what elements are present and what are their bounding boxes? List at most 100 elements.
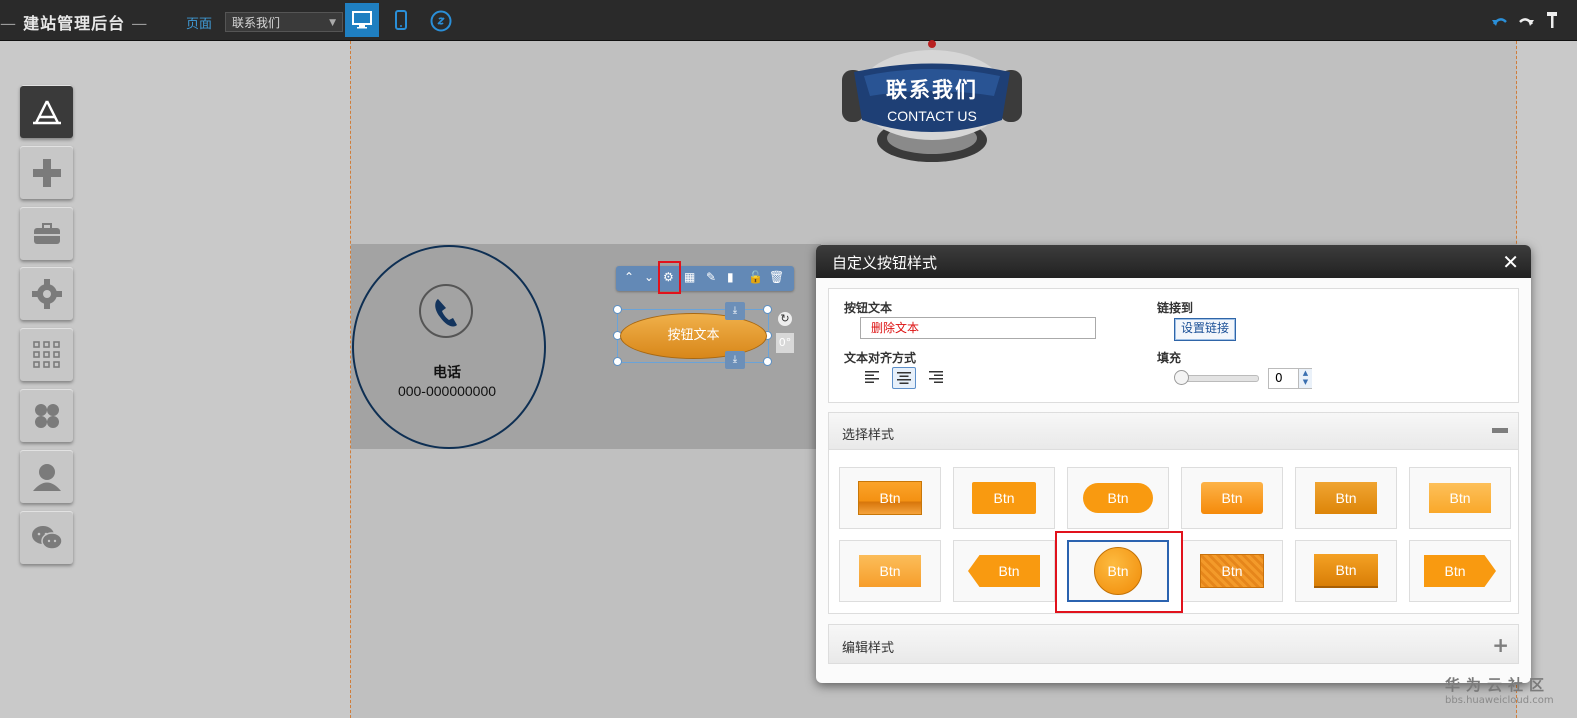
dialog-header: 自定义按钮样式 ✕ — [816, 245, 1531, 278]
dialog-title: 自定义按钮样式 — [832, 254, 938, 272]
phone-icon — [419, 284, 473, 338]
redo-icon[interactable] — [1518, 13, 1534, 32]
spinner-arrows-icon[interactable]: ▲ ▼ — [1298, 369, 1312, 388]
resize-handle[interactable] — [613, 357, 622, 366]
sidebar-grid-button[interactable] — [20, 328, 73, 381]
add-icon — [32, 158, 61, 187]
app-title: — 建站管理后台 — — [0, 14, 149, 33]
rotate-icon[interactable]: ↻ — [778, 312, 792, 326]
style-preview-button: Btn — [1083, 483, 1153, 513]
padding-slider[interactable] — [1177, 375, 1259, 382]
sidebar-add-button[interactable] — [20, 146, 73, 199]
style-option[interactable]: Btn — [1409, 467, 1511, 529]
move-down-icon[interactable]: ⌄ — [644, 270, 654, 284]
desktop-view-button[interactable] — [345, 3, 379, 37]
sidebar-wechat-button[interactable] — [20, 511, 73, 564]
contact-us-logo[interactable]: 联系我们 CONTACT US — [842, 40, 1022, 165]
toolbox-icon — [33, 222, 60, 244]
style-preview-button: Btn — [968, 555, 1040, 587]
expand-icon[interactable]: + — [1492, 633, 1509, 657]
link-button[interactable] — [429, 9, 453, 33]
edit-style-title: 编辑样式 — [842, 641, 895, 656]
resize-handle[interactable] — [763, 305, 772, 314]
anchor-bottom-icon[interactable]: ⤓ — [725, 351, 745, 369]
anchor-top-icon[interactable]: ⤓ — [725, 302, 745, 320]
close-icon[interactable]: ✕ — [1502, 250, 1519, 274]
style-preview-button: Btn — [1201, 482, 1263, 514]
style-option[interactable]: Btn — [839, 467, 941, 529]
style-preview-button: Btn — [1315, 482, 1377, 514]
phone-number: 000-000000000 — [397, 383, 497, 399]
style-option[interactable]: Btn — [1295, 467, 1397, 529]
edit-style-panel-header[interactable]: 编辑样式 + — [828, 624, 1519, 664]
move-up-icon[interactable]: ⌃ — [624, 270, 634, 284]
padding-label: 填充 — [1157, 351, 1182, 365]
style-option[interactable]: Btn — [1295, 540, 1397, 602]
phone-circle[interactable] — [352, 245, 546, 449]
link-circle-icon — [430, 10, 452, 32]
style-option[interactable]: Btn — [953, 540, 1055, 602]
mobile-icon — [395, 10, 407, 30]
watermark-url: bbs.huaweicloud.com — [1445, 695, 1554, 706]
user-icon — [32, 463, 61, 491]
logo-subtitle: CONTACT US — [887, 108, 977, 124]
padding-slider-knob[interactable] — [1174, 370, 1189, 385]
grid-apps-icon — [32, 340, 60, 368]
align-left-icon[interactable] — [861, 367, 883, 387]
app-store-icon — [32, 99, 61, 124]
undo-icon[interactable] — [1492, 13, 1508, 32]
clover-icon — [34, 403, 59, 428]
style-preview-button: Btn — [972, 482, 1036, 514]
resize-handle[interactable] — [763, 357, 772, 366]
style-highlight-box — [1055, 531, 1183, 613]
choose-style-title: 选择样式 — [842, 428, 895, 443]
film-icon[interactable]: ▦ — [684, 270, 695, 284]
hammer-icon[interactable] — [1546, 11, 1558, 33]
trash-icon[interactable]: 🗑 — [769, 270, 784, 284]
style-preview-button: Btn — [858, 481, 922, 515]
rotation-degree: 0° — [776, 333, 794, 353]
button-text-label: 按钮文本 — [844, 301, 893, 315]
mobile-view-button[interactable] — [389, 6, 413, 34]
style-preview-button: Btn — [1424, 555, 1496, 587]
align-right-icon[interactable] — [925, 367, 947, 387]
sidebar-user-button[interactable] — [20, 450, 73, 503]
desktop-icon — [352, 11, 372, 29]
brush-icon[interactable]: ✎ — [706, 270, 716, 284]
style-option[interactable]: Btn — [1181, 540, 1283, 602]
gear-highlight-box — [658, 261, 681, 294]
style-preview-button: Btn — [1314, 554, 1378, 588]
button-text-input[interactable]: 删除文本 — [860, 317, 1096, 339]
style-option[interactable]: Btn — [839, 540, 941, 602]
sidebar-settings-button[interactable] — [20, 267, 73, 320]
phone-title: 电话 — [433, 365, 461, 381]
page-label: 页面 — [186, 17, 213, 32]
style-option[interactable]: Btn — [953, 467, 1055, 529]
page-select-value: 联系我们 — [232, 16, 281, 30]
set-link-button[interactable]: 设置链接 — [1174, 318, 1236, 341]
link-label: 链接到 — [1157, 301, 1194, 315]
choose-style-header[interactable]: 选择样式 — [829, 413, 1518, 450]
logo-title: 联系我们 — [886, 77, 978, 102]
style-option[interactable]: Btn — [1409, 540, 1511, 602]
style-option[interactable]: Btn — [1067, 467, 1169, 529]
watermark: 华为云社区 bbs.huaweicloud.com — [1445, 674, 1554, 706]
style-preview-button: Btn — [859, 555, 921, 587]
chart-icon[interactable]: ▮ — [727, 270, 734, 284]
settings-gear-icon — [31, 278, 62, 309]
watermark-brand: 华为云社区 — [1445, 676, 1551, 694]
button-settings-panel: 按钮文本 删除文本 链接到 设置链接 文本对齐方式 填充 0 ▲ ▼ — [828, 288, 1519, 403]
text-align-label: 文本对齐方式 — [844, 351, 917, 365]
wechat-icon — [31, 525, 63, 550]
resize-handle[interactable] — [613, 305, 622, 314]
style-preview-button: Btn — [1429, 483, 1491, 513]
sidebar-toolbox-button[interactable] — [20, 207, 73, 260]
page-select[interactable]: 联系我们 ▼ — [225, 12, 343, 32]
unlock-icon[interactable]: 🔓 — [748, 270, 763, 284]
align-center-icon[interactable] — [892, 367, 916, 389]
sidebar-clover-button[interactable] — [20, 389, 73, 442]
chevron-down-icon: ▼ — [329, 18, 336, 28]
collapse-icon[interactable] — [1492, 428, 1508, 433]
sidebar-app-store-button[interactable] — [20, 85, 73, 138]
style-option[interactable]: Btn — [1181, 467, 1283, 529]
